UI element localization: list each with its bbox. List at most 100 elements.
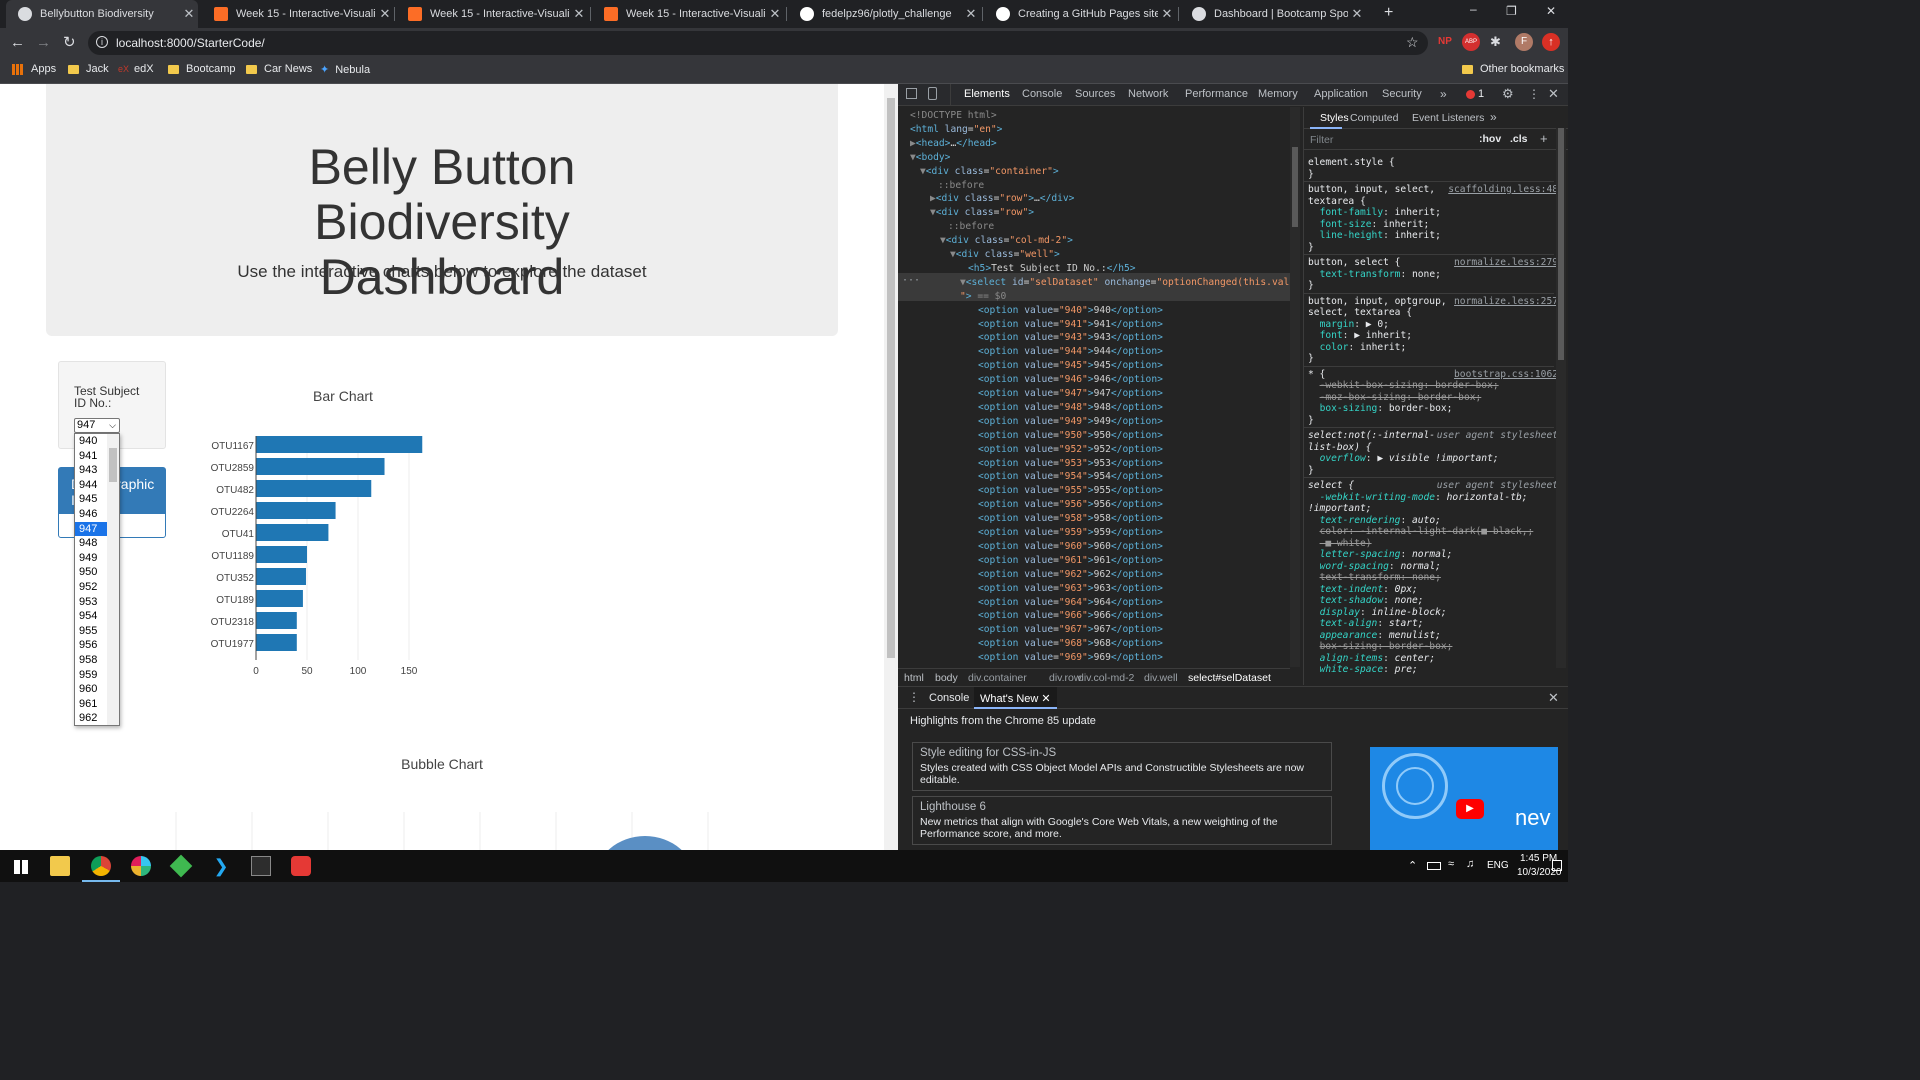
css-rule-line[interactable]: !important; (1308, 503, 1558, 515)
browser-tab[interactable]: fedelpz96/plotly_challenge ✕ (788, 0, 980, 28)
browser-tab[interactable]: Creating a GitHub Pages site - Gi✕ (984, 0, 1176, 28)
bar[interactable] (256, 612, 297, 629)
file-explorer-icon[interactable] (50, 856, 70, 876)
notification-icon[interactable] (1552, 860, 1562, 871)
css-rule-line[interactable]: text-shadow: none; (1308, 595, 1558, 607)
bar[interactable] (256, 524, 329, 541)
breadcrumb-item[interactable]: body (935, 672, 958, 684)
dom-node-line[interactable]: ::before (948, 220, 994, 234)
css-rule-line[interactable]: font: ▶ inherit; (1308, 330, 1558, 342)
styles-tab[interactable]: Styles (1320, 112, 1349, 124)
elements-tree[interactable]: ··· <!DOCTYPE html> <html lang="en"> ▶<head… (898, 107, 1290, 667)
css-rule-line[interactable]: } (1308, 280, 1558, 292)
close-tab-icon[interactable]: ✕ (570, 6, 588, 22)
dom-node-line[interactable]: <option value="946">946</option> (978, 373, 1163, 387)
bar[interactable] (256, 458, 385, 475)
dom-node-line[interactable]: <option value="959">959</option> (978, 526, 1163, 540)
dom-node-line[interactable]: <option value="969">969</option> (978, 651, 1163, 665)
css-rule-line[interactable]: } (1308, 242, 1558, 254)
inspect-icon[interactable] (906, 88, 917, 99)
css-rule-line[interactable]: } (1308, 465, 1558, 477)
windows-start-icon[interactable] (14, 860, 28, 874)
page-scrollbar[interactable] (884, 84, 898, 850)
dom-node-line[interactable]: <option value="941">941</option> (978, 318, 1163, 332)
whats-new-card[interactable]: Style editing for CSS-in-JS Styles creat… (912, 742, 1332, 791)
error-icon[interactable] (1466, 90, 1475, 99)
close-tab-icon[interactable]: ✕ (962, 6, 980, 22)
css-rule-line[interactable]: box-sizing: border-box; (1308, 641, 1558, 653)
css-rule-line[interactable]: font-size: inherit; (1308, 219, 1558, 231)
close-tab-icon[interactable]: ✕ (1041, 693, 1050, 705)
browser-tab[interactable]: Week 15 - Interactive-Visualizatio✕ (202, 0, 394, 28)
styles-scrollbar[interactable] (1556, 128, 1566, 668)
devtools-tab-application[interactable]: Application (1314, 88, 1368, 100)
dom-node-line[interactable]: <option value="958">958</option> (978, 512, 1163, 526)
css-rule-line[interactable]: textarea { (1308, 196, 1558, 208)
css-rule-line[interactable]: text-rendering: auto; (1308, 515, 1558, 527)
css-rule-line[interactable]: select {user agent stylesheet (1308, 480, 1558, 492)
volume-icon[interactable]: ♫ (1466, 858, 1474, 870)
breadcrumb-item[interactable]: div.well (1144, 672, 1178, 684)
css-rule-line[interactable]: -moz-box-sizing: border-box; (1308, 392, 1558, 404)
bookmark-star-icon[interactable]: ☆ (1406, 34, 1419, 51)
close-tab-icon[interactable]: ✕ (1348, 6, 1366, 22)
css-rule-line[interactable]: line-height: inherit; (1308, 230, 1558, 242)
dom-node-line[interactable]: <option value="945">945</option> (978, 359, 1163, 373)
css-rule-line[interactable]: white-space: pre; (1308, 664, 1558, 676)
dom-node-line[interactable]: <option value="944">944</option> (978, 345, 1163, 359)
css-rule-line[interactable]: } (1308, 415, 1558, 427)
css-rule-line[interactable]: text-transform: none; (1308, 572, 1558, 584)
devtools-tab-network[interactable]: Network (1128, 88, 1168, 100)
whats-new-card[interactable]: Lighthouse 6 New metrics that align with… (912, 796, 1332, 845)
new-tab-icon[interactable]: + (1384, 4, 1393, 22)
dom-node-line[interactable]: ▼<div class="container"> (920, 165, 1059, 179)
chrome-icon[interactable] (91, 856, 111, 876)
dom-node-line[interactable]: <option value="966">966</option> (978, 609, 1163, 623)
bookmark-nebula[interactable]: ✦ Nebula (320, 63, 370, 77)
dom-node-line[interactable]: <option value="961">961</option> (978, 554, 1163, 568)
drawer-menu-icon[interactable]: ⋮ (908, 690, 920, 704)
forward-icon[interactable]: → (36, 34, 51, 51)
dom-node-line[interactable]: <option value="963">963</option> (978, 582, 1163, 596)
css-rule-line[interactable]: font-family: inherit; (1308, 207, 1558, 219)
breadcrumb-item[interactable]: html (904, 672, 924, 684)
page-scrollbar-thumb[interactable] (887, 98, 895, 658)
styles-tab[interactable]: Computed (1350, 112, 1398, 124)
np-extension-icon[interactable]: NP (1438, 36, 1452, 47)
profile-avatar[interactable]: F (1515, 33, 1533, 51)
close-tab-icon[interactable]: ✕ (766, 6, 784, 22)
video-thumbnail[interactable]: ▶ nev (1370, 747, 1558, 851)
bookmark-bootcamp[interactable]: Bootcamp (168, 63, 236, 75)
bubble-marker[interactable] (595, 836, 695, 850)
gitkraken-icon[interactable] (169, 854, 193, 878)
postman-icon[interactable] (291, 856, 311, 876)
devtools-tab-elements[interactable]: Elements (964, 88, 1010, 100)
bar[interactable] (256, 546, 307, 563)
bar[interactable] (256, 436, 423, 453)
bookmark-jack[interactable]: Jack (68, 63, 109, 75)
slack-icon[interactable] (131, 856, 151, 876)
more-tabs-icon[interactable]: » (1440, 87, 1447, 101)
css-rule-line[interactable]: element.style { (1308, 157, 1558, 169)
restore-icon[interactable]: ❐ (1506, 4, 1517, 18)
dropdown-scrollbar[interactable] (107, 434, 119, 725)
bar[interactable] (256, 634, 297, 651)
bar[interactable] (256, 502, 336, 519)
css-rule-line[interactable]: } (1308, 169, 1558, 181)
devtools-tab-memory[interactable]: Memory (1258, 88, 1298, 100)
dom-node-line[interactable]: <option value="952">952</option> (978, 443, 1163, 457)
kebab-menu-icon[interactable]: ⋮ (1528, 87, 1540, 101)
close-tab-icon[interactable]: ✕ (180, 6, 198, 22)
css-rule-line[interactable]: button, input, optgroup, normalize.less:2… (1308, 296, 1558, 308)
breadcrumb-item[interactable]: div.row (1049, 672, 1081, 684)
tray-chevron-icon[interactable]: ⌃ (1408, 859, 1417, 872)
breadcrumb-item[interactable]: div.col-md-2 (1078, 672, 1134, 684)
dom-node-line[interactable]: <html lang="en"> (910, 123, 1002, 137)
close-tab-icon[interactable]: ✕ (1158, 6, 1176, 22)
select-dropdown-list[interactable]: 940 941 943 944 945 946 947 948 949 950 952 953 954 9… (74, 433, 120, 726)
css-rule-line[interactable]: text-align: start; (1308, 618, 1558, 630)
dom-node-line[interactable]: <option value="954">954</option> (978, 470, 1163, 484)
battery-icon[interactable] (1427, 862, 1441, 870)
breadcrumb-item[interactable]: div.container (968, 672, 1027, 684)
dom-node-line[interactable]: ▼<div class="row"> (930, 206, 1034, 220)
